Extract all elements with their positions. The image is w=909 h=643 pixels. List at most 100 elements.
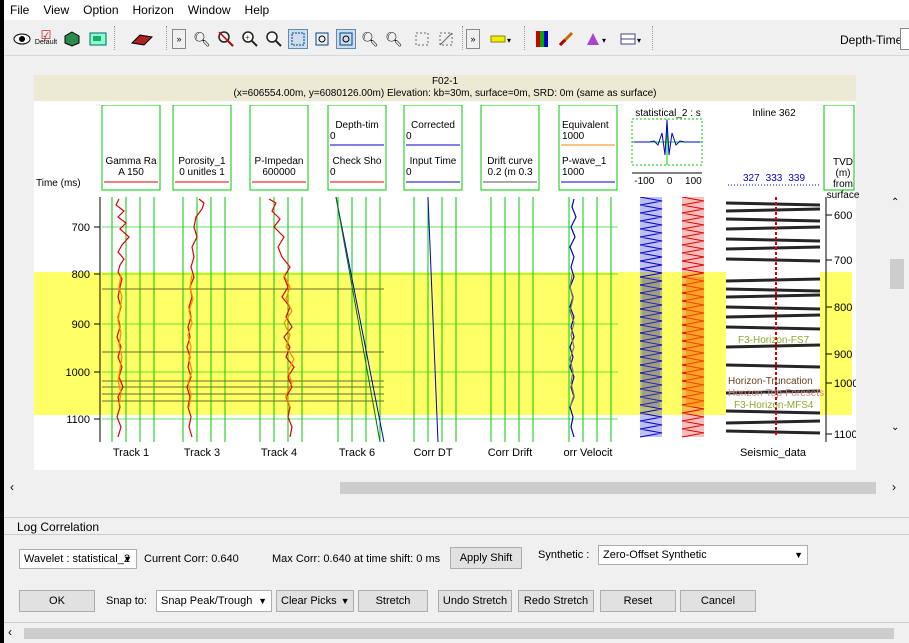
eye-icon[interactable] [12,29,32,49]
redo-stretch-button[interactable]: Redo Stretch [518,590,594,612]
scroll-up-icon[interactable]: ⌃ [891,197,899,208]
tvd-label: TVD (m) from surface [826,157,860,201]
equivalent-top-val: 1000 [562,131,585,142]
apply-shift-button[interactable]: Apply Shift [450,547,522,569]
toolbar: ☑ Default » 🔍︎ + 🔍︎ 🔍︎ » ▾ ▾ ▾ Depth-Time… [4,20,909,56]
track-label-1: Track 1 [112,447,150,459]
zoom-box-icon[interactable] [288,29,308,49]
menu-help[interactable]: Help [245,3,270,17]
depth-time-field[interactable] [900,28,909,50]
zoom-reset-icon[interactable] [216,29,236,49]
scroll-right-icon[interactable]: › [892,480,896,494]
trace-333: 333 [765,173,783,184]
track-label-4: Track 4 [260,447,298,459]
tvd-tick-900: 900 [834,349,852,361]
log-correlation-title: Log Correlation [4,517,909,535]
seismic-section: F3-Horizon-FS7 Horizon-Truncation Horizo… [725,197,824,437]
scroll-down-icon[interactable]: ⌄ [891,422,899,433]
clear-picks-button[interactable]: Clear Picks ▼ [276,590,354,612]
ok-button[interactable]: OK [19,590,95,612]
trace-339: 339 [788,173,806,184]
dropdown-arrow-icon: ▼ [340,596,350,606]
well-coords: (x=606554.00m, y=6080126.00m) Elevation:… [233,88,657,99]
svg-text:▾: ▾ [507,36,511,45]
zoom-fit-icon[interactable] [312,29,332,49]
wavelet-preview [631,118,703,174]
horizontal-scroll-thumb[interactable] [340,482,876,494]
undo-stretch-button[interactable]: Undo Stretch [438,590,512,612]
track-label-corr-dt: Corr DT [413,447,453,459]
vertical-scrollbar[interactable]: ⌃ ⌄ [888,197,906,437]
bottom-scroll-left-icon[interactable]: ‹ [8,625,12,639]
log-plot-area: 700 800 900 1000 1100 F3-Horizon-FS7 Hor… [34,197,856,442]
zoom-icon[interactable]: 🔍︎ [192,29,212,49]
pick-tool-icon[interactable] [128,29,156,49]
cube-icon[interactable] [62,29,82,49]
snap-select[interactable]: Snap Peak/Trough ▼ [156,590,272,612]
drift-range: 0.2 (m 0.3 [487,167,533,178]
stretch-button[interactable]: Stretch [358,590,428,612]
zoom-prev-icon[interactable]: 🔍︎ [360,29,380,49]
expand-toolbar-icon[interactable]: » [172,29,186,49]
reset-button[interactable]: Reset [600,590,676,612]
paint-brush-icon[interactable] [556,29,576,49]
well-header: F02-1 (x=606554.00m, y=6080126.00m) Elev… [34,75,856,101]
fill-color-icon[interactable]: ▾ [584,29,612,49]
bottom-scroll-thumb[interactable] [24,628,894,639]
well-name: F02-1 [431,76,459,87]
depth-time-top-val: 0 [330,131,336,142]
well-tie-display: F02-1 (x=606554.00m, y=6080126.00m) Elev… [34,75,859,470]
bottom-scrollbar[interactable]: ‹ [4,622,909,643]
expand-toolbar-2-icon[interactable]: » [466,29,480,49]
dropdown-arrow-icon: ▼ [123,554,132,564]
time-tick-800: 800 [72,269,90,281]
porosity-name: Porosity_1 [178,156,226,167]
color-bar-icon[interactable] [532,29,552,49]
track-label-corr-velocity: orr Velocit [563,447,613,459]
horizontal-scrollbar[interactable]: ‹ › [10,478,904,496]
wavelet-tick-pos: 100 [685,176,702,187]
max-corr: Max Corr: 0.640 at time shift: 0 ms [272,553,441,565]
snap-grid-icon[interactable] [436,29,456,49]
pwave-name: P-wave_1 [562,156,607,167]
menu-view[interactable]: View [43,3,69,17]
layout-select-icon[interactable]: ▾ [618,29,646,49]
synthetic-select[interactable]: Zero-Offset Synthetic ▼ [598,545,808,565]
porosity-range: 0 unitles 1 [179,167,225,178]
svg-text:▾: ▾ [602,36,606,45]
tvd-tick-1000: 1000 [834,378,856,390]
menu-window[interactable]: Window [188,3,231,17]
gamma-range: A 150 [118,167,144,178]
pimp-range: 600000 [262,167,296,178]
checkshot-range: 0 [330,167,336,178]
wavelet-tick-neg: -100 [634,176,655,187]
tvd-tick-700: 700 [834,255,852,267]
corrected-top: Corrected [411,120,455,131]
vertical-scroll-thumb[interactable] [890,259,904,289]
wavelet-select[interactable]: Wavelet : statistical_2 ▼ [19,549,137,569]
track-label-corr-drift: Corr Drift [487,447,533,459]
zoom-out-icon[interactable] [264,29,284,49]
equivalent-top: Equivalent [562,120,609,131]
default-button[interactable]: ☑ Default [35,29,57,49]
menu-file[interactable]: File [10,3,29,17]
menu-horizon[interactable]: Horizon [133,3,174,17]
zoom-next-icon[interactable]: 🔍︎ [384,29,404,49]
synthetic-label: Synthetic : [538,549,590,561]
zoom-in-icon[interactable]: + [240,29,260,49]
horizon-select-icon[interactable]: ▾ [488,29,516,49]
track-label-seismic: Seismic_data [739,447,807,459]
scroll-left-icon[interactable]: ‹ [10,480,14,494]
cancel-button[interactable]: Cancel [680,590,756,612]
zoom-window-icon[interactable] [336,29,356,49]
dropdown-arrow-icon: ▼ [794,550,803,560]
horizon-label-fs7: F3-Horizon-FS7 [738,335,810,346]
horizon-label-foresets: Horizon-Top-Foresets [728,388,824,399]
grid-icon[interactable] [412,29,432,49]
drift-name: Drift curve [487,156,533,167]
depth-time-label: Depth-Time: [840,33,906,47]
corrected-top-val: 0 [406,131,412,142]
well-log-icon[interactable] [88,29,108,49]
trace-327: 327 [742,173,760,184]
menu-option[interactable]: Option [83,3,118,17]
